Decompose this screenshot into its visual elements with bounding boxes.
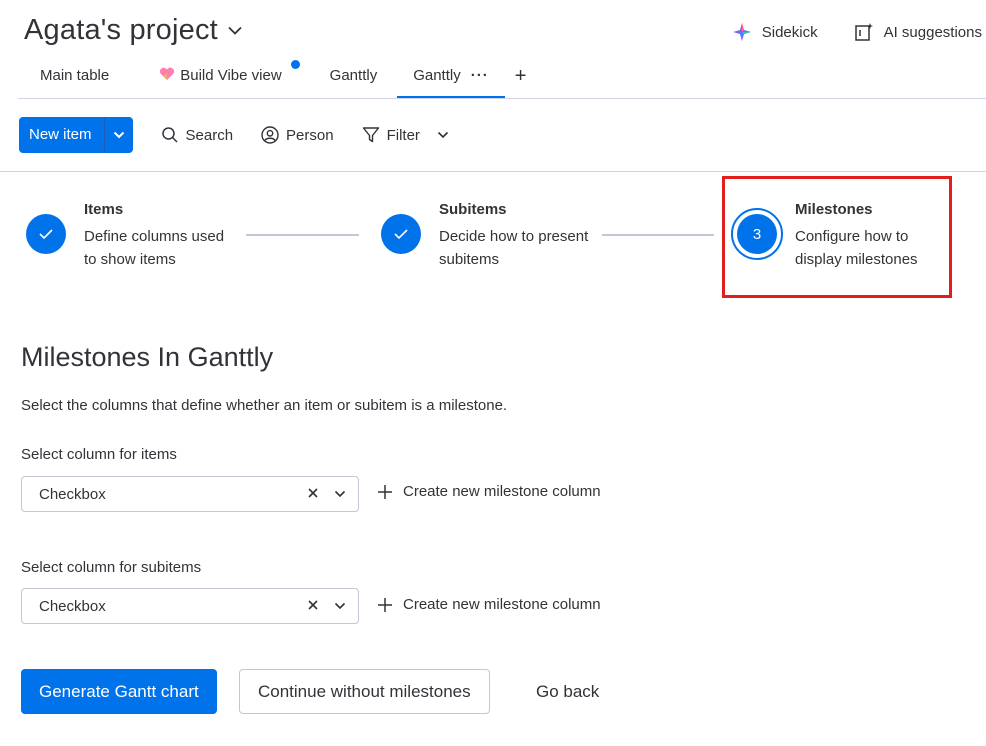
- clear-icon[interactable]: [306, 486, 320, 500]
- setup-stepper: Items Define columns used to show items …: [0, 176, 986, 300]
- ai-suggestions-label: AI suggestions: [883, 23, 982, 41]
- items-column-select[interactable]: Checkbox: [21, 476, 359, 512]
- clear-icon[interactable]: [306, 598, 320, 612]
- header-divider: [18, 98, 986, 99]
- tab-label: Ganttly: [329, 67, 378, 84]
- plus-icon: [378, 484, 392, 499]
- tab-label: Build Vibe view: [180, 67, 282, 84]
- section-title: Milestones In Ganttly: [21, 342, 274, 372]
- select-value: Checkbox: [39, 485, 106, 503]
- person-filter-button[interactable]: Person: [261, 126, 334, 144]
- top-actions: Sidekick AI suggestions: [696, 22, 982, 42]
- select-value: Checkbox: [39, 597, 106, 615]
- step-subitems: Subitems Decide how to present subitems: [381, 198, 589, 271]
- chevron-down-icon: [228, 26, 242, 35]
- tab-ganttly-active[interactable]: Ganttly ···: [397, 58, 505, 98]
- project-title-text: Agata's project: [24, 14, 218, 46]
- project-title[interactable]: Agata's project: [24, 14, 242, 47]
- chevron-down-icon: [113, 131, 124, 139]
- step-text: Items Define columns used to show items: [84, 198, 234, 271]
- check-icon: [381, 214, 421, 254]
- step-title: Subitems: [439, 201, 507, 218]
- step-text: Subitems Decide how to present subitems: [439, 198, 589, 271]
- more-options-icon[interactable]: ···: [471, 67, 489, 84]
- chevron-down-icon[interactable]: [334, 489, 346, 499]
- tab-label: Ganttly: [413, 67, 461, 84]
- create-link-label: Create new milestone column: [403, 596, 601, 613]
- filter-label: Filter: [386, 126, 420, 144]
- step-description: Decide how to present subitems: [439, 228, 589, 268]
- step-connector: [602, 234, 714, 236]
- filter-button[interactable]: Filter: [362, 126, 449, 144]
- view-tabs: Main table Build Vibe view Ganttly Gantt…: [24, 58, 536, 98]
- step-connector: [246, 234, 359, 236]
- chevron-down-icon: [437, 131, 448, 139]
- subitems-column-label: Select column for subitems: [21, 559, 202, 576]
- header: Agata's project Sidekick AI suggestions …: [0, 0, 986, 99]
- section-description: Select the columns that define whether a…: [21, 397, 508, 414]
- create-subitems-milestone-column[interactable]: Create new milestone column: [377, 596, 601, 613]
- person-label: Person: [286, 126, 334, 144]
- new-item-dropdown[interactable]: [103, 117, 133, 153]
- sidekick-button[interactable]: Sidekick: [732, 22, 818, 42]
- items-column-label: Select column for items: [21, 446, 177, 463]
- search-icon: [161, 127, 178, 143]
- continue-without-milestones-button[interactable]: Continue without milestones: [239, 669, 490, 714]
- filter-icon: [362, 127, 379, 143]
- new-item-button[interactable]: New item: [19, 117, 133, 153]
- create-items-milestone-column[interactable]: Create new milestone column: [377, 483, 601, 500]
- subitems-column-select[interactable]: Checkbox: [21, 588, 359, 624]
- step-title: Items: [84, 201, 124, 218]
- ai-suggestions-icon: [854, 23, 873, 41]
- highlight-annotation: [722, 176, 952, 298]
- generate-gantt-chart-button[interactable]: Generate Gantt chart: [21, 669, 217, 714]
- ai-suggestions-button[interactable]: AI suggestions: [854, 22, 982, 42]
- toolbar-divider: [0, 171, 986, 172]
- add-view-button[interactable]: +: [505, 58, 537, 86]
- chevron-down-icon[interactable]: [334, 601, 346, 611]
- create-link-label: Create new milestone column: [403, 483, 601, 500]
- search-button[interactable]: Search: [161, 126, 234, 144]
- sidekick-label: Sidekick: [761, 23, 818, 41]
- search-label: Search: [185, 126, 234, 144]
- new-indicator-dot: [290, 60, 300, 69]
- go-back-button[interactable]: Go back: [536, 669, 599, 714]
- tab-main-table[interactable]: Main table: [24, 58, 125, 98]
- plus-icon: [378, 597, 392, 612]
- heart-icon: [159, 67, 175, 85]
- tab-build-vibe-view[interactable]: Build Vibe view: [143, 58, 300, 98]
- person-icon: [261, 126, 279, 144]
- toolbar: New item Search Person Filter: [19, 117, 449, 153]
- check-icon: [26, 214, 66, 254]
- sidekick-sparkle-icon: [732, 23, 751, 41]
- step-items: Items Define columns used to show items: [26, 198, 234, 271]
- tab-ganttly[interactable]: Ganttly: [314, 58, 394, 98]
- tab-label: Main table: [40, 67, 110, 84]
- step-description: Define columns used to show items: [84, 228, 225, 268]
- new-item-label: New item: [29, 126, 92, 143]
